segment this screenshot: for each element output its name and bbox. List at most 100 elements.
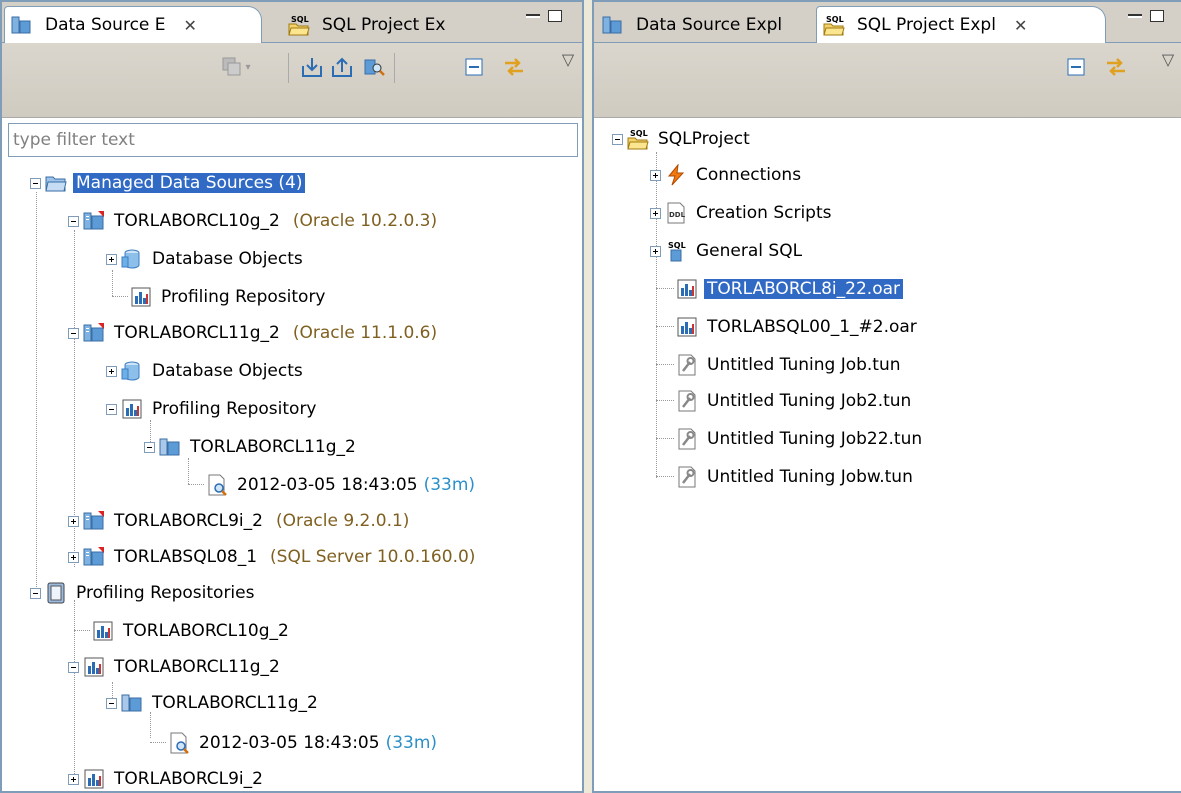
minimize-icon[interactable]: [526, 14, 540, 18]
expand-toggle[interactable]: [650, 245, 661, 257]
expand-toggle[interactable]: [106, 253, 117, 265]
expand-toggle[interactable]: [68, 551, 79, 563]
tree-item-profiling-repository[interactable]: Profiling Repository: [130, 282, 329, 312]
import-icon[interactable]: [300, 55, 324, 79]
collapse-toggle[interactable]: [612, 133, 623, 145]
export-icon[interactable]: [330, 55, 354, 79]
tree-item-tuning-job[interactable]: Untitled Tuning Job22.tun: [676, 424, 925, 454]
collapse-toggle[interactable]: [106, 697, 117, 709]
dropdown-arrow-icon[interactable]: ▾: [242, 55, 254, 79]
collapse-toggle[interactable]: [30, 177, 41, 189]
database-icon: [83, 322, 105, 344]
close-icon[interactable]: ✕: [184, 16, 197, 35]
tree-item-tuning-job[interactable]: Untitled Tuning Jobw.tun: [676, 462, 916, 492]
tree-item-label: Connections: [696, 165, 802, 185]
collapse-toggle[interactable]: [68, 215, 79, 227]
link-with-editor-icon[interactable]: [1104, 55, 1128, 79]
tree-item-tuning-job[interactable]: Untitled Tuning Job.tun: [676, 350, 904, 380]
sql-file-icon: [665, 240, 687, 262]
tree-item-snapshot[interactable]: 2012-03-05 18:43:05 (33m): [168, 728, 437, 758]
tab-sql-project-explorer[interactable]: SQL Project Expl ✕: [816, 6, 1106, 43]
lightning-icon: [665, 164, 687, 186]
tree-item-label: 2012-03-05 18:43:05: [199, 733, 380, 753]
minimize-icon[interactable]: [1128, 14, 1142, 18]
tree-item-general-sql[interactable]: General SQL: [650, 236, 805, 266]
duration-label: (33m): [385, 733, 438, 753]
tree-item-label: TORLABORCL9i_2: [114, 769, 263, 789]
close-icon[interactable]: ✕: [1014, 16, 1027, 35]
chart-icon: [121, 398, 143, 420]
tree-item-tuning-job[interactable]: Untitled Tuning Job2.tun: [676, 386, 914, 416]
tree-item-label: 2012-03-05 18:43:05: [237, 475, 418, 495]
maximize-icon[interactable]: [1150, 10, 1164, 22]
tree-item-oar-file[interactable]: TORLABORCL8i_22.oar: [676, 274, 904, 304]
tree-item-instance[interactable]: TORLABORCL11g_2: [106, 688, 321, 718]
tree-item-database-objects[interactable]: Database Objects: [106, 356, 306, 386]
maximize-icon[interactable]: [548, 10, 562, 22]
duration-label: (33m): [423, 475, 476, 495]
tree-item-repository[interactable]: TORLABORCL10g_2: [92, 616, 292, 646]
tab-label: Data Source E: [45, 15, 166, 35]
view-menu-icon[interactable]: ▽: [1156, 47, 1180, 71]
tree-item-label: TORLABORCL8i_22.oar: [704, 279, 904, 299]
tree-item-label: Untitled Tuning Job.tun: [707, 355, 901, 375]
tree-item-instance[interactable]: TORLABORCL11g_2: [144, 432, 359, 462]
version-label: (Oracle 11.1.0.6): [292, 323, 438, 343]
tree-item-label: Untitled Tuning Job22.tun: [707, 429, 923, 449]
search-repository-icon[interactable]: [362, 55, 386, 79]
tree-item-profiling-repositories[interactable]: Profiling Repositories: [30, 578, 257, 608]
tree-item-label: Profiling Repositories: [76, 583, 255, 603]
tree-item-repository[interactable]: TORLABORCL11g_2: [68, 652, 283, 682]
tree-item-label: Database Objects: [152, 249, 303, 269]
tree-item-snapshot[interactable]: 2012-03-05 18:43:05 (33m): [206, 470, 475, 500]
tuning-job-icon: [676, 428, 698, 450]
tree-item-repository[interactable]: TORLABORCL9i_2: [68, 764, 266, 791]
view-menu-icon[interactable]: ▽: [556, 47, 580, 71]
tuning-job-icon: [676, 354, 698, 376]
tree-item-datasource[interactable]: TORLABORCL11g_2 (Oracle 11.1.0.6): [68, 318, 437, 348]
sql-project-icon: [627, 128, 649, 150]
collapse-toggle[interactable]: [144, 441, 155, 453]
tab-label: Data Source Expl: [636, 15, 783, 35]
tree-item-datasource[interactable]: TORLABORCL10g_2 (Oracle 10.2.0.3): [68, 206, 437, 236]
database-icon: [83, 510, 105, 532]
expand-toggle[interactable]: [68, 515, 79, 527]
snapshot-search-icon: [206, 474, 228, 496]
chart-icon: [92, 620, 114, 642]
chart-icon: [83, 656, 105, 678]
tree-item-label: TORLABORCL11g_2: [114, 323, 280, 343]
tree-item-creation-scripts[interactable]: Creation Scripts: [650, 198, 835, 228]
collapse-toggle[interactable]: [106, 403, 117, 415]
data-source-explorer-panel: Data Source E ✕ SQL Project Ex ▾ ▽ type …: [0, 0, 584, 793]
tab-sql-project-explorer[interactable]: SQL Project Ex: [282, 8, 451, 42]
link-with-editor-icon[interactable]: [502, 55, 526, 79]
tree-item-datasource[interactable]: TORLABSQL08_1 (SQL Server 10.0.160.0): [68, 542, 475, 572]
instance-icon: [121, 692, 143, 714]
collapse-toggle[interactable]: [68, 327, 79, 339]
collapse-all-icon[interactable]: [1064, 55, 1088, 79]
tab-data-source-explorer[interactable]: Data Source E ✕: [4, 6, 262, 43]
collapse-toggle[interactable]: [30, 587, 41, 599]
expand-toggle[interactable]: [650, 169, 661, 181]
database-icon: [83, 546, 105, 568]
tree-item-datasource[interactable]: TORLABORCL9i_2 (Oracle 9.2.0.1): [68, 506, 409, 536]
filter-input[interactable]: type filter text: [8, 123, 578, 157]
version-label: (Oracle 9.2.0.1): [275, 511, 410, 531]
tree-item-label: TORLABORCL10g_2: [114, 211, 280, 231]
collapse-toggle[interactable]: [68, 661, 79, 673]
version-label: (SQL Server 10.0.160.0): [270, 547, 476, 567]
tree-item-sql-project[interactable]: SQLProject: [612, 124, 753, 154]
tree-item-oar-file[interactable]: TORLABSQL00_1_#2.oar: [676, 312, 920, 342]
new-connection-icon[interactable]: [220, 55, 244, 79]
expand-toggle[interactable]: [68, 773, 79, 785]
tree-item-managed-data-sources[interactable]: Managed Data Sources (4): [30, 168, 306, 198]
expand-toggle[interactable]: [650, 207, 661, 219]
tree-item-connections[interactable]: Connections: [650, 160, 804, 190]
expand-toggle[interactable]: [106, 365, 117, 377]
tree-item-profiling-repository[interactable]: Profiling Repository: [106, 394, 320, 424]
tab-data-source-explorer[interactable]: Data Source Expl: [596, 8, 788, 42]
collapse-all-icon[interactable]: [462, 55, 486, 79]
snapshot-search-icon: [168, 732, 190, 754]
tree-item-database-objects[interactable]: Database Objects: [106, 244, 306, 274]
database-icon: [83, 210, 105, 232]
